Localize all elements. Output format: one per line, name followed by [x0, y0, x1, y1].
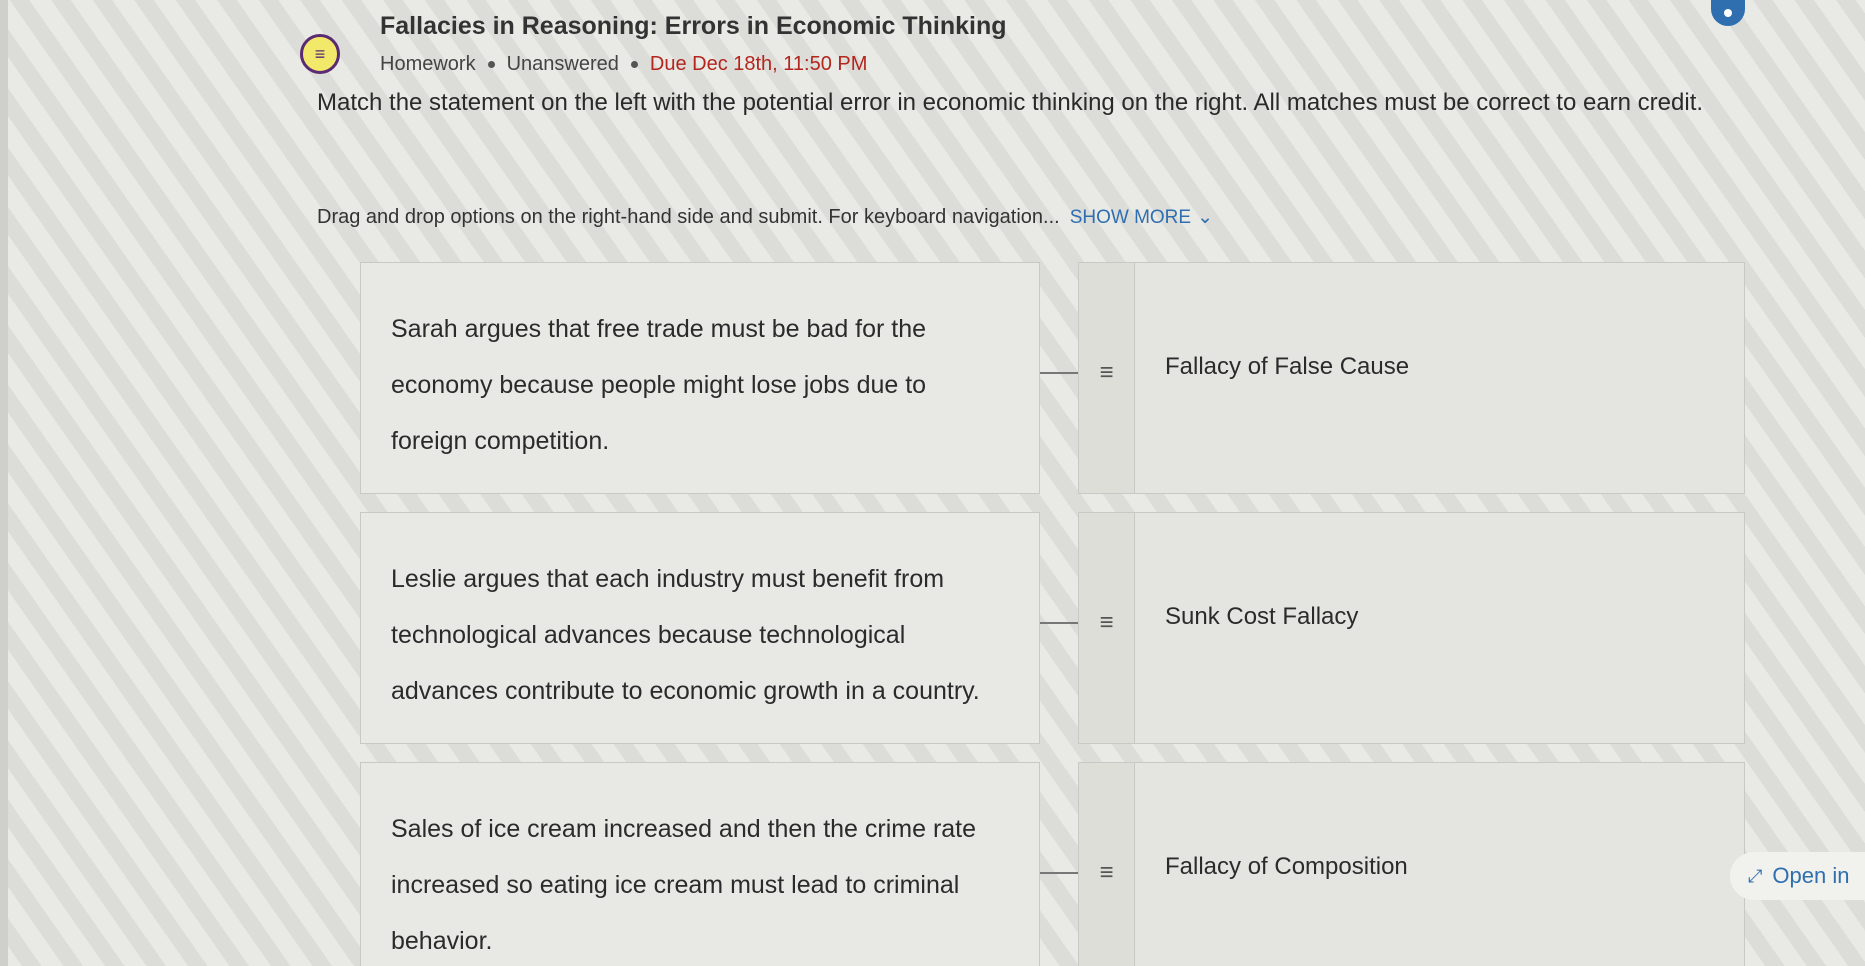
open-in-button[interactable]: ⤢ Open in	[1730, 852, 1865, 900]
badge-dot-icon	[1724, 9, 1732, 17]
draggable-option[interactable]: ≡ Sunk Cost Fallacy	[1078, 512, 1745, 744]
matching-list: Sarah argues that free trade must be bad…	[360, 262, 1745, 966]
instructions-line: Drag and drop options on the right-hand …	[317, 206, 1213, 229]
connector-line	[1040, 762, 1078, 966]
statement-box: Leslie argues that each industry must be…	[360, 512, 1040, 744]
statement-box: Sales of ice cream increased and then th…	[360, 762, 1040, 966]
assignment-meta: Homework Unanswered Due Dec 18th, 11:50 …	[380, 53, 1007, 76]
due-date: Due Dec 18th, 11:50 PM	[649, 53, 868, 75]
assignment-status: Unanswered	[506, 53, 619, 75]
show-more-label: SHOW MORE	[1069, 206, 1192, 228]
option-label: Fallacy of Composition	[1165, 853, 1408, 880]
expand-icon: ⤢	[1748, 865, 1763, 886]
list-icon: ≡	[300, 34, 340, 74]
option-label: Fallacy of False Cause	[1165, 353, 1410, 380]
matching-row: Leslie argues that each industry must be…	[360, 512, 1745, 744]
open-in-label: Open in	[1772, 863, 1850, 888]
separator-dot	[487, 61, 495, 68]
statement-box: Sarah argues that free trade must be bad…	[360, 262, 1040, 494]
matching-row: Sales of ice cream increased and then th…	[360, 762, 1745, 966]
left-scroll-edge	[0, 0, 8, 966]
notification-badge[interactable]	[1711, 0, 1745, 26]
assignment-page: ≡ Fallacies in Reasoning: Errors in Econ…	[0, 0, 1865, 966]
instructions-text: Drag and drop options on the right-hand …	[317, 206, 1060, 228]
option-label: Sunk Cost Fallacy	[1165, 603, 1359, 630]
drag-handle-icon[interactable]: ≡	[1079, 513, 1135, 743]
connector-line	[1040, 262, 1078, 494]
separator-dot	[630, 61, 638, 68]
matching-row: Sarah argues that free trade must be bad…	[360, 262, 1745, 494]
draggable-option[interactable]: ≡ Fallacy of Composition	[1078, 762, 1745, 966]
connector-line	[1040, 512, 1078, 744]
drag-handle-icon[interactable]: ≡	[1079, 263, 1135, 493]
question-prompt: Match the statement on the left with the…	[317, 89, 1704, 116]
assignment-header: ≡ Fallacies in Reasoning: Errors in Econ…	[300, 8, 1007, 76]
header-text: Fallacies in Reasoning: Errors in Econom…	[380, 8, 1007, 76]
chevron-down-icon: ⌄	[1197, 207, 1213, 228]
drag-handle-icon[interactable]: ≡	[1079, 763, 1135, 966]
assignment-type: Homework	[380, 53, 476, 75]
draggable-option[interactable]: ≡ Fallacy of False Cause	[1078, 262, 1745, 494]
assignment-title: Fallacies in Reasoning: Errors in Econom…	[380, 12, 1007, 40]
show-more-button[interactable]: SHOW MORE ⌄	[1070, 206, 1213, 229]
